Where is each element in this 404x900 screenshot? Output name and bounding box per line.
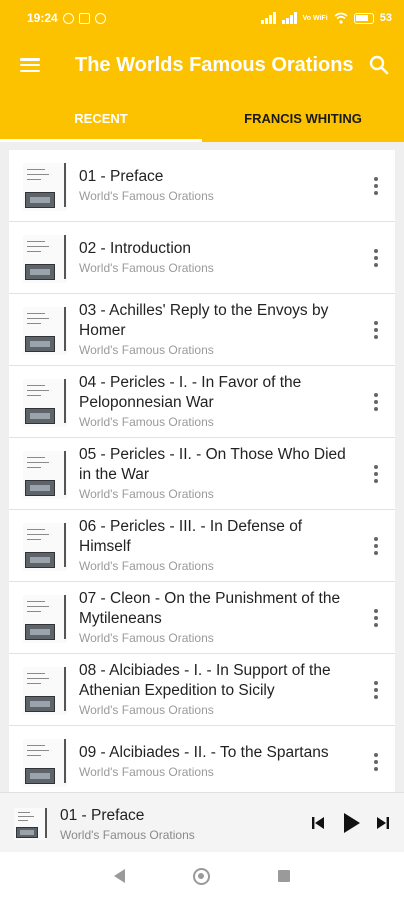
more-options-icon[interactable] bbox=[363, 457, 389, 491]
book-cover-thumbnail bbox=[14, 808, 47, 840]
list-item[interactable]: 06 - Pericles - III. - In Defense of Him… bbox=[9, 510, 395, 582]
whatsapp-icon bbox=[62, 12, 74, 24]
more-options-icon[interactable] bbox=[363, 241, 389, 275]
item-title: 03 - Achilles' Reply to the Envoys by Ho… bbox=[79, 302, 329, 339]
list-item[interactable]: 07 - Cleon - On the Punishment of the My… bbox=[9, 582, 395, 654]
item-title: 02 - Introduction bbox=[79, 240, 192, 257]
home-icon[interactable] bbox=[193, 867, 210, 885]
recents-icon[interactable] bbox=[278, 870, 290, 882]
more-options-icon[interactable] bbox=[363, 745, 389, 779]
item-title: 08 - Alcibiades - I. - In Support of the… bbox=[79, 662, 331, 699]
briefcase-icon bbox=[78, 12, 90, 24]
item-title: 06 - Pericles - III. - In Defense of Him… bbox=[79, 518, 303, 555]
book-cover-thumbnail bbox=[23, 595, 67, 643]
search-button[interactable] bbox=[354, 36, 404, 94]
app-bar: The Worlds Famous Orations bbox=[0, 36, 404, 94]
list-item[interactable]: 09 - Alcibiades - II. - To the Spartans … bbox=[9, 726, 395, 792]
tab-bar: RECENT FRANCIS WHITING bbox=[0, 94, 404, 142]
search-icon bbox=[369, 55, 389, 75]
book-cover-thumbnail bbox=[23, 235, 67, 283]
skip-previous-icon bbox=[312, 817, 324, 829]
book-cover-thumbnail bbox=[23, 667, 67, 715]
book-cover-thumbnail bbox=[23, 307, 67, 355]
tab-recent[interactable]: RECENT bbox=[0, 94, 202, 142]
chapter-list-container[interactable]: 01 - Preface World's Famous Orations 02 … bbox=[0, 142, 404, 792]
item-subtitle: World's Famous Orations bbox=[79, 703, 214, 717]
list-item[interactable]: 03 - Achilles' Reply to the Envoys by Ho… bbox=[9, 294, 395, 366]
list-item[interactable]: 08 - Alcibiades - I. - In Support of the… bbox=[9, 654, 395, 726]
more-options-icon[interactable] bbox=[363, 313, 389, 347]
more-options-icon[interactable] bbox=[363, 385, 389, 419]
item-subtitle: World's Famous Orations bbox=[79, 559, 214, 573]
menu-button[interactable] bbox=[0, 36, 60, 94]
item-subtitle: World's Famous Orations bbox=[79, 487, 214, 501]
more-options-icon[interactable] bbox=[363, 529, 389, 563]
list-item[interactable]: 05 - Pericles - II. - On Those Who Died … bbox=[9, 438, 395, 510]
more-options-icon[interactable] bbox=[363, 169, 389, 203]
back-icon[interactable] bbox=[114, 869, 125, 883]
book-cover-thumbnail bbox=[23, 523, 67, 571]
more-options-icon[interactable] bbox=[363, 601, 389, 635]
tab-francis-whiting[interactable]: FRANCIS WHITING bbox=[202, 94, 404, 142]
item-title: 04 - Pericles - I. - In Favor of the Pel… bbox=[79, 374, 302, 411]
list-item[interactable]: 04 - Pericles - I. - In Favor of the Pel… bbox=[9, 366, 395, 438]
mini-player[interactable]: 01 - Preface World's Famous Orations bbox=[0, 792, 404, 852]
play-button[interactable] bbox=[337, 805, 367, 841]
list-item[interactable]: 01 - Preface World's Famous Orations bbox=[9, 150, 395, 222]
app-title: The Worlds Famous Orations bbox=[75, 53, 354, 76]
player-title: 01 - Preface bbox=[60, 807, 145, 824]
book-cover-thumbnail bbox=[23, 739, 67, 787]
player-subtitle: World's Famous Orations bbox=[60, 828, 195, 842]
item-subtitle: World's Famous Orations bbox=[79, 631, 214, 645]
list-item[interactable]: 02 - Introduction World's Famous Oration… bbox=[9, 222, 395, 294]
network-label: Vo WiFi bbox=[302, 14, 328, 22]
skip-previous-button[interactable] bbox=[306, 805, 330, 841]
item-title: 07 - Cleon - On the Punishment of the My… bbox=[79, 590, 341, 627]
skip-next-icon bbox=[377, 817, 389, 829]
item-subtitle: World's Famous Orations bbox=[79, 415, 214, 429]
signal-icon-2 bbox=[281, 12, 297, 24]
sync-icon bbox=[94, 12, 106, 24]
item-subtitle: World's Famous Orations bbox=[79, 765, 214, 779]
signal-icon bbox=[260, 12, 276, 24]
status-bar: 19:24 Vo WiFi 53 bbox=[0, 0, 404, 36]
wifi-icon bbox=[334, 12, 348, 24]
item-title: 05 - Pericles - II. - On Those Who Died … bbox=[79, 446, 346, 483]
item-subtitle: World's Famous Orations bbox=[79, 261, 214, 275]
hamburger-menu-icon bbox=[20, 58, 40, 72]
item-subtitle: World's Famous Orations bbox=[79, 343, 214, 357]
system-nav-bar bbox=[0, 852, 404, 900]
status-time: 19:24 bbox=[27, 11, 58, 25]
book-cover-thumbnail bbox=[23, 451, 67, 499]
book-cover-thumbnail bbox=[23, 163, 67, 211]
play-icon bbox=[344, 813, 360, 833]
skip-next-button[interactable] bbox=[371, 805, 395, 841]
more-options-icon[interactable] bbox=[363, 673, 389, 707]
chapter-list: 01 - Preface World's Famous Orations 02 … bbox=[9, 150, 395, 792]
item-subtitle: World's Famous Orations bbox=[79, 189, 214, 203]
item-title: 09 - Alcibiades - II. - To the Spartans bbox=[79, 744, 329, 761]
book-cover-thumbnail bbox=[23, 379, 67, 427]
item-title: 01 - Preface bbox=[79, 168, 164, 185]
battery-level: 53 bbox=[379, 12, 392, 24]
battery-charging-icon bbox=[353, 12, 374, 24]
